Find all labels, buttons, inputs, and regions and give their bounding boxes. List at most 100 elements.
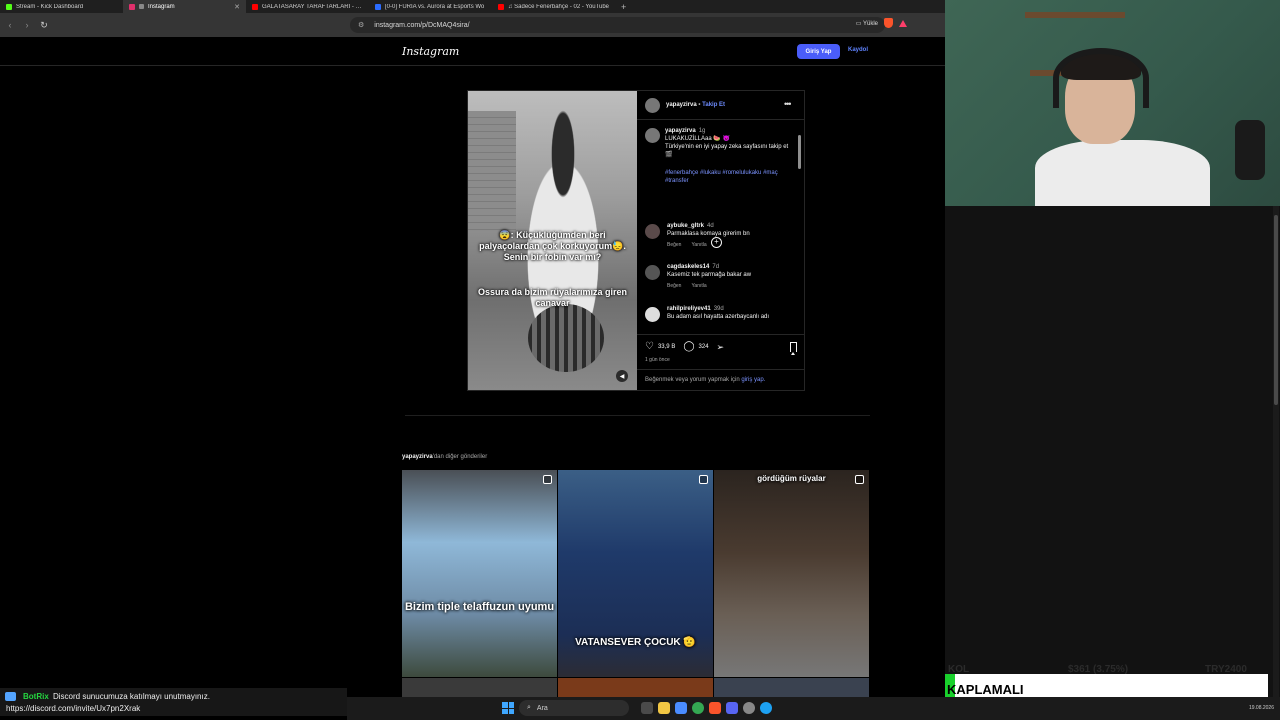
mute-icon[interactable]: ◀ bbox=[616, 370, 628, 382]
store-icon[interactable] bbox=[675, 702, 687, 714]
install-label: Yükle bbox=[862, 20, 878, 27]
post-header-user: yapayzirva • Takip Et bbox=[666, 102, 726, 108]
tab-galatasaray[interactable]: GALATASARAY TARAFTARLARI - FENE bbox=[246, 0, 369, 13]
tab-youtube-fenerbahce[interactable]: ♫ Sadece Fenerbahçe - 02 - YouTube bbox=[492, 0, 615, 13]
stream-side-area bbox=[945, 206, 1280, 697]
post-thumbnail[interactable] bbox=[558, 678, 713, 697]
obs-icon[interactable] bbox=[743, 702, 755, 714]
post-video[interactable]: 😨: Küçüklüğümden beri palyaçolardan çok … bbox=[468, 91, 637, 390]
more-options-icon[interactable]: ••• bbox=[784, 99, 792, 109]
comments-section: yapayzirva 1g LUKAKUZİLLAaa 🍉 😈 Türkiye'n… bbox=[637, 124, 804, 332]
post-date: 1 gün önce bbox=[645, 357, 670, 363]
thumbnail-caption: gördüğüm rüyalar bbox=[757, 474, 826, 483]
post-thumbnail[interactable]: VATANSEVER ÇOCUK 🫡 bbox=[558, 470, 713, 677]
esports-favicon-icon bbox=[375, 3, 381, 10]
comment-text: Parmaklasa komaya girerim bn bbox=[667, 231, 750, 237]
windows-taskbar: ⌕ Ara 19.08.2026 bbox=[347, 697, 1280, 720]
comment-username[interactable]: rahilpireliyev41 bbox=[667, 306, 711, 312]
reply-link[interactable]: Yanıtla bbox=[691, 241, 706, 249]
caption-line-1: LUKAKUZİLLAaa 🍉 😈 bbox=[665, 136, 730, 142]
page-scrollbar-thumb[interactable] bbox=[1274, 215, 1278, 405]
tab-furia-aurora[interactable]: [0-0] FURIA vs. Aurora at Esports Wo bbox=[369, 0, 492, 13]
browser-tab-bar: Stream - Kick Dashboard Instagram ✕ GALA… bbox=[0, 0, 945, 13]
username-link[interactable]: yapayzirva bbox=[666, 102, 697, 108]
like-comment-link[interactable]: Beğen bbox=[667, 282, 681, 290]
follow-button[interactable]: Takip Et bbox=[702, 102, 725, 108]
comment-text: Bu adam asıl hayatta azerbaycanlı adı bbox=[667, 314, 770, 320]
avatar[interactable] bbox=[645, 98, 660, 113]
site-info-icon[interactable]: ⚙ bbox=[358, 21, 364, 29]
chrome-icon[interactable] bbox=[692, 702, 704, 714]
video-overlay-text-2: Ossura da bizim rüyalarımıza giren canav… bbox=[477, 287, 628, 308]
post-card: 😨: Küçüklüğümden beri palyaçolardan çok … bbox=[467, 90, 805, 391]
streamer-shirt bbox=[1035, 140, 1210, 206]
task-view-icon[interactable] bbox=[641, 702, 653, 714]
youtube-favicon-icon bbox=[498, 3, 504, 10]
post-thumbnail[interactable] bbox=[714, 678, 869, 697]
signup-link[interactable]: Kaydol bbox=[848, 47, 868, 53]
post-thumbnail[interactable]: Bizim tiple telaffuzun uyumu bbox=[402, 470, 557, 677]
post-thumbnail[interactable]: gördüğüm rüyalar bbox=[714, 470, 869, 677]
avatar[interactable] bbox=[645, 307, 660, 322]
save-icon[interactable] bbox=[790, 342, 797, 355]
caption-time: 1g bbox=[698, 128, 706, 134]
brave-rewards-icon[interactable] bbox=[899, 19, 907, 27]
comment: rahilpireliyev41 39d Bu adam asıl hayatta… bbox=[667, 305, 795, 321]
file-explorer-icon[interactable] bbox=[658, 702, 670, 714]
new-tab-button[interactable]: + bbox=[615, 0, 632, 13]
like-count: 33,9 B bbox=[657, 344, 676, 350]
tab-kick-dashboard[interactable]: Stream - Kick Dashboard bbox=[0, 0, 123, 13]
instagram-page: Instagram Giriş Yap Kaydol 😨: Küçüklüğüm… bbox=[0, 37, 945, 697]
post-thumbnail[interactable] bbox=[402, 678, 557, 697]
search-icon: ⌕ bbox=[527, 704, 531, 711]
taskbar-search[interactable]: ⌕ Ara bbox=[519, 700, 629, 716]
more-posts-title: yapayzirva'dan diğer gönderiler bbox=[402, 454, 487, 460]
edge-icon[interactable] bbox=[760, 702, 772, 714]
divider bbox=[637, 369, 804, 370]
share-icon[interactable]: ➢ bbox=[717, 342, 725, 353]
search-placeholder: Ara bbox=[536, 704, 548, 712]
comment-time: 7d bbox=[712, 264, 720, 270]
back-icon[interactable]: ‹ bbox=[3, 20, 17, 30]
comment-username[interactable]: cagdaskeles14 bbox=[667, 264, 709, 270]
tab-label: Stream - Kick Dashboard bbox=[16, 3, 84, 10]
address-bar-actions: ▭ Yükle bbox=[856, 18, 907, 28]
comment-username[interactable]: aybuke_gltrk bbox=[667, 223, 704, 229]
instagram-logo[interactable]: Instagram bbox=[402, 45, 459, 58]
reload-icon[interactable]: ↻ bbox=[37, 20, 51, 31]
caption-hashtags[interactable]: #fenerbahçe #lukaku #romelulukaku #maç #… bbox=[665, 169, 795, 185]
forward-icon[interactable]: › bbox=[20, 20, 34, 30]
more-posts-username[interactable]: yapayzirva bbox=[402, 454, 433, 460]
bot-message: Discord sunucumuza katılmayı unutmayınız… bbox=[53, 692, 210, 701]
url-field[interactable]: ⚙ instagram.com/p/DcMAQ4sira/ bbox=[350, 17, 885, 33]
thumbnail-caption: Bizim tiple telaffuzun uyumu bbox=[404, 601, 555, 613]
reply-link[interactable]: Yanıtla bbox=[691, 282, 706, 290]
discord-invite-link[interactable]: https://discord.com/invite/Ux7pn2Xrak bbox=[6, 704, 140, 713]
avatar[interactable] bbox=[645, 265, 660, 280]
tab-instagram[interactable]: Instagram ✕ bbox=[123, 0, 246, 13]
comment: aybuke_gltrk 4d Parmaklasa komaya girerim… bbox=[667, 222, 795, 249]
discord-taskbar-icon[interactable] bbox=[726, 702, 738, 714]
login-link[interactable]: giriş yap. bbox=[741, 377, 765, 383]
like-icon[interactable]: ♡ bbox=[645, 342, 654, 352]
windows-start-icon[interactable] bbox=[502, 702, 514, 714]
comment-text: Kasemiz tek parmağa bakar aw bbox=[667, 272, 752, 278]
caption-block: yapayzirva 1g LUKAKUZİLLAaa 🍉 😈 Türkiye'n… bbox=[665, 127, 795, 185]
caption-username[interactable]: yapayzirva bbox=[665, 128, 696, 134]
install-button[interactable]: ▭ Yükle bbox=[856, 20, 878, 27]
avatar[interactable] bbox=[645, 128, 660, 143]
comment: cagdaskeles14 7d Kasemiz tek parmağa baka… bbox=[667, 263, 795, 290]
youtube-favicon-icon bbox=[252, 3, 258, 10]
login-prompt-text: Beğenmek veya yorum yapmak için bbox=[645, 377, 740, 383]
comment-icon[interactable]: ◯ bbox=[683, 342, 694, 352]
comments-scrollbar[interactable] bbox=[798, 135, 801, 169]
chat-overlay: BotRix Discord sunucumuza katılmayı unut… bbox=[0, 688, 347, 716]
reel-icon bbox=[699, 475, 708, 484]
avatar[interactable] bbox=[645, 224, 660, 239]
close-tab-icon[interactable]: ✕ bbox=[234, 3, 240, 11]
brave-shield-icon[interactable] bbox=[884, 18, 893, 28]
like-comment-link[interactable]: Beğen bbox=[667, 241, 681, 249]
brave-icon[interactable] bbox=[709, 702, 721, 714]
login-button[interactable]: Giriş Yap bbox=[797, 44, 840, 59]
speaker-icon bbox=[139, 4, 144, 9]
